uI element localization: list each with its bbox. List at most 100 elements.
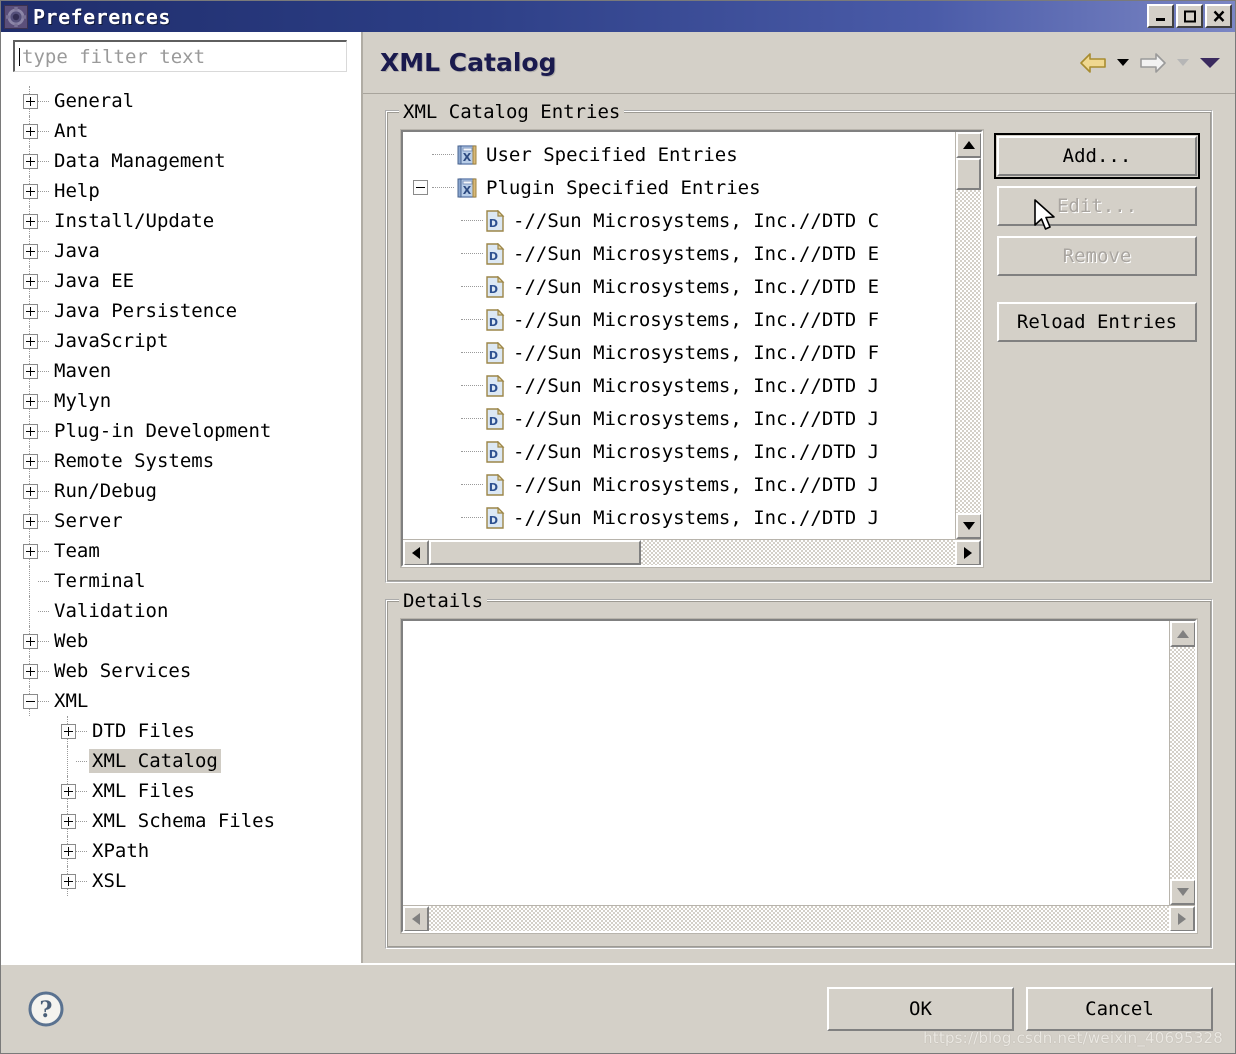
sidebar-item-general[interactable]: General — [23, 86, 361, 116]
expand-plus-icon[interactable] — [23, 183, 38, 199]
search-input[interactable]: type filter text — [13, 40, 347, 72]
expand-plus-icon[interactable] — [23, 633, 38, 649]
help-icon[interactable]: ? — [26, 989, 66, 1029]
expand-plus-icon[interactable] — [23, 393, 38, 409]
sidebar-item-plug-in-development[interactable]: Plug-in Development — [23, 416, 361, 446]
catalog-entry-row[interactable]: D -//Sun Microsystems, Inc.//DTD E — [403, 237, 955, 270]
minimize-button[interactable] — [1147, 4, 1174, 28]
expand-plus-icon[interactable] — [23, 513, 38, 529]
forward-arrow-icon[interactable] — [1139, 52, 1167, 74]
details-content[interactable] — [403, 621, 1169, 905]
details-horizontal-trough[interactable] — [429, 906, 1169, 931]
preferences-tree[interactable]: General Ant Data Management Help Install/Upd… — [1, 72, 361, 963]
sidebar-item-xml-schema-files[interactable]: XML Schema Files — [23, 806, 361, 836]
ok-button[interactable]: OK — [827, 987, 1014, 1031]
catalog-group-row[interactable]: X User Specified Entries — [403, 138, 955, 171]
title-bar[interactable]: Preferences — [1, 1, 1235, 32]
scroll-down-button[interactable] — [956, 513, 981, 539]
reload-entries-button[interactable]: Reload Entries — [997, 302, 1197, 342]
sidebar-item-ant[interactable]: Ant — [23, 116, 361, 146]
details-horizontal-scrollbar[interactable] — [403, 905, 1195, 931]
details-vertical-scrollbar[interactable] — [1169, 621, 1195, 905]
back-arrow-icon[interactable] — [1079, 52, 1107, 74]
expand-plus-icon[interactable] — [23, 543, 38, 559]
sidebar-item-maven[interactable]: Maven — [23, 356, 361, 386]
sidebar-item-java-persistence[interactable]: Java Persistence — [23, 296, 361, 326]
expand-plus-icon[interactable] — [23, 453, 38, 469]
expand-plus-icon[interactable] — [61, 873, 76, 889]
collapse-minus-icon[interactable] — [23, 693, 38, 709]
sidebar-item-xml-files[interactable]: XML Files — [23, 776, 361, 806]
catalog-entry-row[interactable]: D -//Sun Microsystems, Inc.//DTD C — [403, 204, 955, 237]
catalog-group-row[interactable]: X Plugin Specified Entries — [403, 171, 955, 204]
sidebar-item-remote-systems[interactable]: Remote Systems — [23, 446, 361, 476]
details-scroll-left-button[interactable] — [403, 906, 429, 931]
catalog-entry-row[interactable]: D-//Sun Microsystems, Inc.//DTD J — [403, 468, 955, 501]
expand-plus-icon[interactable] — [23, 273, 38, 289]
sidebar-item-java[interactable]: Java — [23, 236, 361, 266]
sidebar-item-mylyn[interactable]: Mylyn — [23, 386, 361, 416]
entries-horizontal-thumb[interactable] — [429, 540, 641, 565]
expand-plus-icon[interactable] — [23, 423, 38, 439]
catalog-entries-list[interactable]: X User Specified Entries X Plugin Specified… — [400, 129, 984, 568]
details-vertical-trough[interactable] — [1170, 647, 1195, 879]
catalog-entry-row[interactable]: D -//Sun Microsystems, Inc.//DTD F — [403, 303, 955, 336]
entries-vertical-trough[interactable] — [956, 190, 981, 513]
expand-plus-icon[interactable] — [23, 333, 38, 349]
sidebar-item-web-services[interactable]: Web Services — [23, 656, 361, 686]
expand-plus-icon[interactable] — [23, 663, 38, 679]
catalog-entry-row[interactable]: D -//Sun Microsystems, Inc.//DTD E — [403, 270, 955, 303]
expand-plus-icon[interactable] — [23, 363, 38, 379]
scroll-up-button[interactable] — [956, 132, 981, 158]
details-scroll-down-button[interactable] — [1170, 879, 1195, 905]
catalog-entry-row[interactable]: D-//Sun Microsystems, Inc.//DTD J — [403, 369, 955, 402]
sidebar-item-dtd-files[interactable]: DTD Files — [23, 716, 361, 746]
scroll-right-button[interactable] — [955, 540, 981, 565]
sidebar-item-java-ee[interactable]: Java EE — [23, 266, 361, 296]
expand-plus-icon[interactable] — [23, 303, 38, 319]
entries-horizontal-trough[interactable] — [641, 540, 955, 565]
sidebar-item-server[interactable]: Server — [23, 506, 361, 536]
collapse-minus-icon[interactable] — [413, 180, 428, 195]
close-button[interactable] — [1205, 4, 1232, 28]
entries-vertical-scrollbar[interactable] — [955, 132, 981, 539]
details-panel[interactable] — [400, 618, 1198, 934]
sidebar-item-help[interactable]: Help — [23, 176, 361, 206]
catalog-entry-row[interactable]: D -//Sun Microsystems, Inc.//DTD F — [403, 336, 955, 369]
scroll-left-button[interactable] — [403, 540, 429, 565]
catalog-entry-row[interactable]: D-//Sun Microsystems, Inc.//DTD J — [403, 435, 955, 468]
sidebar-item-xsl[interactable]: XSL — [23, 866, 361, 896]
add-button[interactable]: Add... — [994, 133, 1200, 179]
expand-plus-icon[interactable] — [61, 783, 76, 799]
catalog-entry-row[interactable]: D-//Sun Microsystems, Inc.//DTD J — [403, 501, 955, 534]
expand-plus-icon[interactable] — [23, 93, 38, 109]
sidebar-item-data-management[interactable]: Data Management — [23, 146, 361, 176]
sidebar-item-install-update[interactable]: Install/Update — [23, 206, 361, 236]
sidebar-item-validation[interactable]: Validation — [23, 596, 361, 626]
entries-horizontal-scrollbar[interactable] — [403, 539, 981, 565]
back-dropdown-icon[interactable] — [1116, 57, 1130, 68]
maximize-button[interactable] — [1176, 4, 1203, 28]
expand-plus-icon[interactable] — [23, 483, 38, 499]
catalog-entry-row[interactable]: D-//Sun Microsystems, Inc.//DTD J — [403, 534, 955, 539]
sidebar-item-run-debug[interactable]: Run/Debug — [23, 476, 361, 506]
sidebar-item-terminal[interactable]: Terminal — [23, 566, 361, 596]
expand-plus-icon[interactable] — [61, 843, 76, 859]
view-menu-icon[interactable] — [1199, 56, 1221, 70]
expand-plus-icon[interactable] — [23, 123, 38, 139]
expand-plus-icon[interactable] — [61, 813, 76, 829]
catalog-entry-row[interactable]: D-//Sun Microsystems, Inc.//DTD J — [403, 402, 955, 435]
sidebar-item-team[interactable]: Team — [23, 536, 361, 566]
expand-plus-icon[interactable] — [23, 243, 38, 259]
sidebar-item-xml[interactable]: XML — [23, 686, 361, 716]
cancel-button[interactable]: Cancel — [1026, 987, 1213, 1031]
entries-rows[interactable]: X User Specified Entries X Plugin Specified… — [403, 132, 955, 539]
sidebar-item-xpath[interactable]: XPath — [23, 836, 361, 866]
sidebar-item-web[interactable]: Web — [23, 626, 361, 656]
expand-plus-icon[interactable] — [61, 723, 76, 739]
expand-plus-icon[interactable] — [23, 153, 38, 169]
sidebar-item-xml-catalog[interactable]: XML Catalog — [23, 746, 361, 776]
entries-vertical-thumb[interactable] — [956, 158, 981, 190]
forward-dropdown-icon[interactable] — [1176, 57, 1190, 68]
sidebar-item-javascript[interactable]: JavaScript — [23, 326, 361, 356]
